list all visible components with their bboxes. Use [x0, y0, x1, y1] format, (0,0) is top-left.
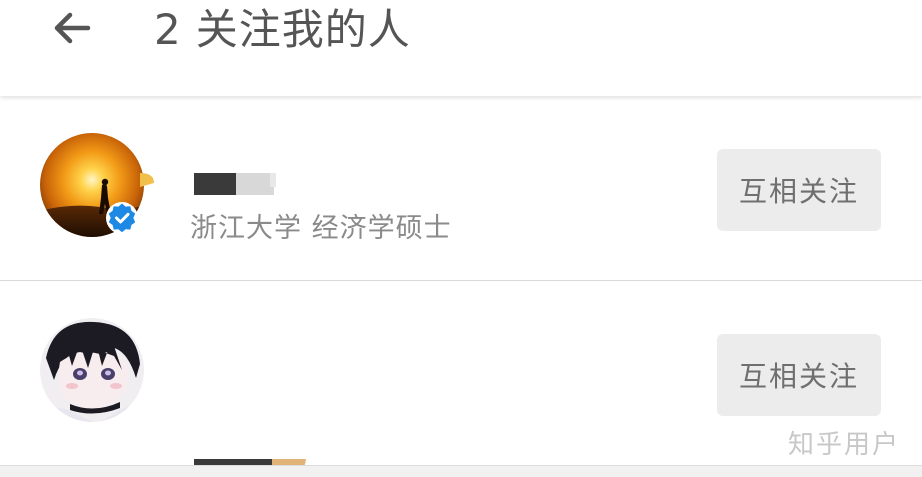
mutual-follow-button[interactable]: 互相关注 [717, 149, 881, 231]
follower-list: 浙江大学 经济学硕士 互相关注 互相关注 [0, 96, 922, 477]
follower-count: 2 [154, 5, 182, 54]
avatar[interactable] [40, 318, 144, 422]
user-name[interactable] [194, 173, 276, 199]
back-button[interactable] [44, 4, 100, 52]
arrow-left-icon [54, 12, 91, 44]
page-title-text: 关注我的人 [195, 5, 411, 54]
verified-check-icon [108, 203, 136, 233]
anime-avatar-image [40, 318, 144, 422]
redacted-name-block [194, 173, 276, 195]
mutual-follow-button[interactable]: 互相关注 [717, 334, 881, 416]
zhihu-watermark: 知乎用户 [787, 430, 900, 460]
user-headline: 浙江大学 经济学硕士 [190, 213, 452, 244]
verified-badge [106, 202, 138, 234]
list-item[interactable]: 互相关注 [0, 281, 922, 477]
avatar-edge-accent [140, 173, 154, 187]
page-title: 2 关注我的人 [154, 0, 411, 60]
list-bottom-divider [0, 465, 922, 477]
app-window: 2 关注我的人 浙江大学 经济学硕士 互相关注 互相关注 知乎用户 [0, 0, 922, 477]
list-item[interactable]: 浙江大学 经济学硕士 互相关注 [0, 96, 922, 281]
top-app-bar: 2 关注我的人 [0, 0, 922, 96]
